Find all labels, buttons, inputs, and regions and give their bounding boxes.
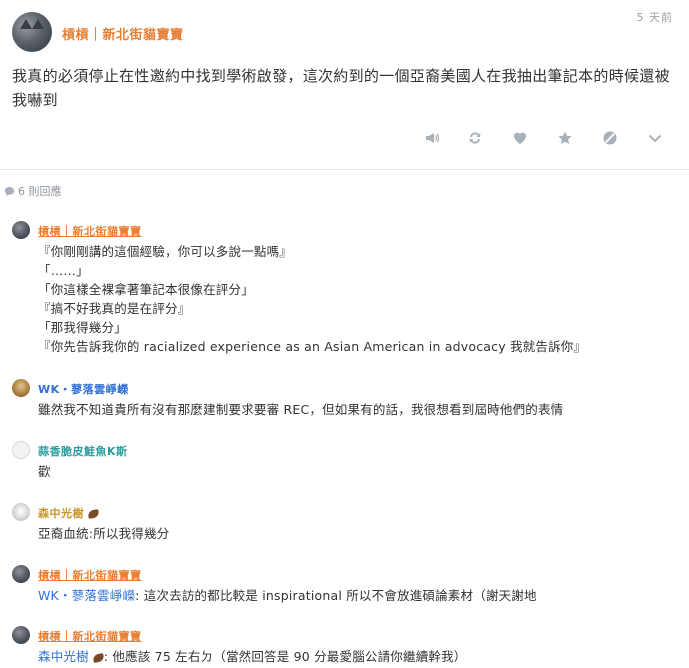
comment-author[interactable]: 蒜香脆皮鮭魚K斯 — [38, 443, 128, 459]
comment-icon — [4, 186, 15, 196]
mention-link[interactable]: WK・蓼落雲崢嶸 — [38, 588, 135, 603]
avatar[interactable] — [12, 441, 30, 459]
megaphone-icon[interactable] — [420, 126, 444, 150]
comment-text: 歡 — [38, 462, 51, 481]
comment-text: 『你剛剛講的這個經驗，你可以多說一點嗎』 「……」 「你這樣全裸拿著筆記本很像在… — [38, 242, 586, 356]
action-bar — [0, 126, 689, 150]
comment-line-text: : 他應該 75 左右ㄉ（當然回答是 90 分最愛腦公請你繼續幹我） — [103, 649, 467, 664]
avatar[interactable] — [12, 379, 30, 397]
heart-icon[interactable] — [508, 126, 532, 150]
comment-author[interactable]: 槓槓｜新北街貓寶寶 — [38, 567, 142, 583]
comment-line: 歡 — [38, 464, 51, 479]
comment-line-text: : 這次去訪的都比較是 inspirational 所以不會放進碩論素材（謝天謝… — [135, 588, 537, 603]
comment-author[interactable]: 槓槓｜新北街貓寶寶 — [38, 628, 142, 644]
comment-author[interactable]: 槓槓｜新北街貓寶寶 — [38, 223, 142, 239]
reply-count-label: 6 則回應 — [18, 185, 62, 198]
comment-line: WK・蓼落雲崢嶸: 這次去訪的都比較是 inspirational 所以不會放進… — [38, 586, 537, 605]
comment-line: 雖然我不知道貴所有沒有那麼建制要求要審 REC，但如果有的話，我很想看到屆時他們… — [38, 402, 564, 417]
comment-line: 『你剛剛講的這個經驗，你可以多說一點嗎』 — [38, 244, 293, 259]
comment-line: 亞裔血統:所以我得幾分 — [38, 526, 170, 541]
avatar[interactable] — [12, 565, 30, 583]
post-header: 槓槓｜新北街貓寶寶 5 天前 — [12, 11, 677, 54]
comment-text: 森中光樹 : 他應該 75 左右ㄉ（當然回答是 90 分最愛腦公請你繼續幹我） — [38, 647, 467, 666]
comment-text: 亞裔血統:所以我得幾分 — [38, 524, 169, 543]
mention-name: 森中光樹 — [38, 649, 89, 664]
mention-link[interactable]: 森中光樹 — [38, 649, 105, 664]
chevron-down-icon[interactable] — [643, 126, 667, 150]
comment-author[interactable]: WK・蓼落雲崢嶸 — [38, 381, 129, 397]
post-author[interactable]: 槓槓｜新北街貓寶寶 — [62, 24, 184, 43]
reply-count[interactable]: 6 則回應 — [4, 183, 62, 199]
star-icon[interactable] — [553, 126, 577, 150]
avatar[interactable] — [12, 503, 30, 521]
comment-author[interactable]: 森中光樹 — [38, 505, 100, 521]
repost-icon[interactable] — [463, 126, 487, 150]
bread-emoji-icon — [92, 652, 105, 663]
comment-line: 『你先告訴我你的 racialized experience as an Asi… — [38, 339, 587, 354]
comment-author-name: 森中光樹 — [38, 507, 84, 520]
comment-text: WK・蓼落雲崢嶸: 這次去訪的都比較是 inspirational 所以不會放進… — [38, 586, 537, 605]
divider — [0, 169, 689, 170]
avatar[interactable] — [12, 12, 52, 52]
comment-line: 「那我得幾分」 — [38, 320, 127, 335]
comment-line: 森中光樹 : 他應該 75 左右ㄉ（當然回答是 90 分最愛腦公請你繼續幹我） — [38, 647, 467, 666]
post-body: 我真的必須停止在性邀約中找到學術啟發，這次約到的一個亞裔美國人在我抽出筆記本的時… — [12, 67, 670, 109]
comment-line: 「你這樣全裸拿著筆記本很像在評分」 — [38, 282, 254, 297]
avatar[interactable] — [12, 221, 30, 239]
post-time: 5 天前 — [636, 11, 673, 24]
block-icon[interactable] — [598, 126, 622, 150]
bread-emoji-icon — [87, 508, 100, 520]
comment-line: 「……」 — [38, 263, 89, 278]
avatar[interactable] — [12, 626, 30, 644]
comment-line: 『搞不好我真的是在評分』 — [38, 301, 191, 316]
comment-text: 雖然我不知道貴所有沒有那麼建制要求要審 REC，但如果有的話，我很想看到屆時他們… — [38, 400, 563, 419]
